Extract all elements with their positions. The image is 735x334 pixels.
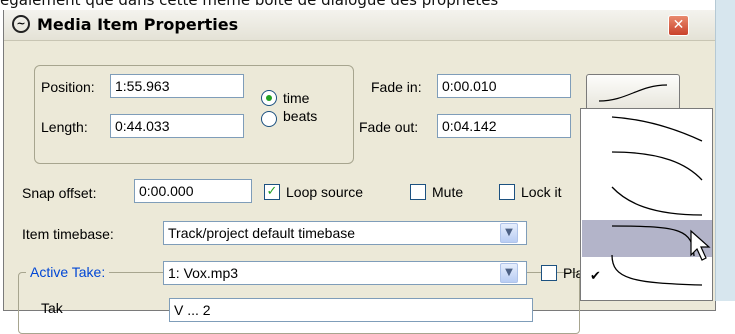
- fade-shape-1-icon: [611, 116, 703, 142]
- mute-checkbox[interactable]: [410, 184, 426, 200]
- close-button[interactable]: ✕: [668, 15, 689, 36]
- snap-offset-field[interactable]: 0:00.000: [134, 179, 252, 203]
- fade-in-label: Fade in:: [371, 79, 422, 95]
- loop-source-checkbox[interactable]: ✓: [264, 184, 280, 200]
- length-label: Length:: [41, 119, 88, 135]
- reaper-logo-icon: ~: [12, 15, 30, 33]
- item-timebase-label: Item timebase:: [22, 226, 114, 242]
- fade-curve-icon: [598, 84, 668, 102]
- active-take-dropdown-icon[interactable]: ▼: [500, 263, 518, 283]
- lock-label: Lock it: [521, 184, 562, 200]
- dialog-title: Media Item Properties: [37, 15, 239, 34]
- time-radio-label: time: [283, 90, 310, 106]
- item-timebase-value: Track/project default timebase: [168, 225, 356, 241]
- fade-in-field[interactable]: 0:00.010: [437, 74, 571, 98]
- active-take-select[interactable]: 1: Vox.mp3: [163, 261, 527, 285]
- beats-radio[interactable]: [261, 111, 277, 127]
- snap-offset-label: Snap offset:: [22, 185, 97, 201]
- position-label: Position:: [41, 79, 95, 95]
- fade-shape-3-icon: [611, 186, 703, 216]
- active-take-value: 1: Vox.mp3: [168, 265, 239, 281]
- time-radio[interactable]: [261, 90, 277, 106]
- position-field[interactable]: 1:55.963: [110, 74, 244, 98]
- fade-shape-option-1[interactable]: [582, 109, 712, 146]
- take-name-label: Tak: [41, 300, 63, 316]
- fade-shape-menu: ✔: [580, 108, 713, 301]
- play-checkbox[interactable]: [541, 265, 557, 281]
- fade-shape-option-2[interactable]: [582, 146, 712, 183]
- length-field[interactable]: 0:44.033: [110, 114, 244, 138]
- active-take-label: Active Take:: [26, 264, 110, 280]
- mute-label: Mute: [432, 184, 464, 200]
- take-name-field[interactable]: V ... 2: [169, 298, 533, 322]
- beats-radio-label: beats: [283, 108, 318, 124]
- loop-source-label: Loop source: [286, 184, 364, 200]
- fade-shape-option-3[interactable]: [582, 183, 712, 220]
- title-bar[interactable]: ~ Media Item Properties ✕: [4, 10, 715, 41]
- fade-shape-2-icon: [611, 151, 703, 181]
- mouse-cursor-icon: [690, 229, 711, 261]
- fade-out-label: Fade out:: [359, 119, 419, 135]
- fade-out-field[interactable]: 0:04.142: [437, 114, 571, 138]
- lock-checkbox[interactable]: [499, 184, 515, 200]
- item-timebase-dropdown-icon[interactable]: ▼: [500, 223, 518, 243]
- fade-shape-button[interactable]: [586, 74, 680, 112]
- item-timebase-select[interactable]: Track/project default timebase: [163, 221, 527, 245]
- background-caption-text: également que dans cette même boite de d…: [0, 0, 499, 9]
